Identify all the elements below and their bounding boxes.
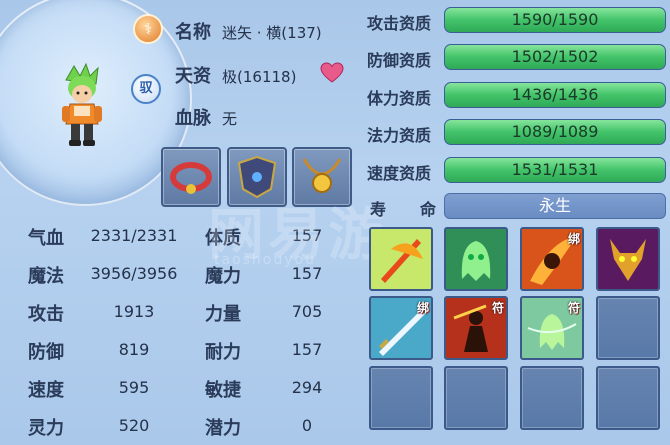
skill-slot[interactable]: 绑	[369, 296, 433, 360]
ghost-skill-icon	[446, 229, 506, 289]
bloodline-label: 血脉	[175, 108, 211, 129]
aptitude-bar-mana: 1089/1089	[444, 119, 666, 145]
aptitude-bar-attack: 1590/1590	[444, 7, 666, 33]
tier-icon[interactable]: ⚕	[133, 14, 163, 44]
skill-slot-empty[interactable]	[520, 366, 584, 430]
stat-label-spirit: 灵力	[28, 418, 64, 439]
attr-value-potential: 0	[301, 416, 313, 435]
watermark-sub: taoshouyou	[214, 252, 316, 268]
skill-slot[interactable]	[369, 227, 433, 291]
attr-value-strength: 705	[291, 302, 323, 321]
skill-slot[interactable]: 符	[444, 296, 508, 360]
stat-value-spirit: 520	[118, 416, 150, 435]
aptitude-value: 1436/1436	[511, 85, 599, 104]
attr-label-strength: 力量	[205, 304, 241, 325]
stat-value-mp: 3956/3956	[90, 264, 178, 283]
name-value: 迷矢 · 横(137)	[222, 24, 322, 42]
attr-label-potential: 潜力	[205, 418, 241, 439]
aptitude-label-defense: 防御资质	[367, 51, 432, 70]
stat-label-hp: 气血	[28, 228, 64, 249]
demon-skill-icon	[598, 229, 658, 289]
aptitude-value: 1531/1531	[511, 160, 599, 179]
pet-detail-panel: ⚕ 驭 名称 迷矢 · 横(137) 天资 极(16118) 血脉 无 气血 2…	[0, 0, 670, 445]
aptitude-label-stamina: 体力资质	[367, 89, 432, 108]
aptitude-bar-defense: 1502/1502	[444, 44, 666, 70]
skill-slot-empty[interactable]	[596, 296, 660, 360]
skill-slot-empty[interactable]	[444, 366, 508, 430]
aptitude-value: 1502/1502	[511, 47, 599, 66]
lifespan-label-a: 寿	[370, 200, 387, 219]
skill-slot[interactable]	[596, 227, 660, 291]
skill-slot[interactable]: 符	[520, 296, 584, 360]
skill-bind-tag: 绑	[567, 232, 580, 246]
attr-value-agility: 294	[291, 378, 323, 397]
attr-label-agility: 敏捷	[205, 380, 241, 401]
skill-slot[interactable]: 绑	[520, 227, 584, 291]
aptitude-label-mana: 法力资质	[367, 126, 432, 145]
aptitude-bar-stamina: 1436/1436	[444, 82, 666, 108]
lifespan-value: 永生	[444, 193, 666, 219]
aptitude-value: 1089/1089	[511, 122, 599, 141]
grade-label: 天资	[175, 66, 211, 87]
stat-label-defense: 防御	[28, 342, 64, 363]
aptitude-value: 1590/1590	[511, 10, 599, 29]
heart-icon[interactable]	[320, 62, 344, 84]
aptitude-label-speed: 速度资质	[367, 164, 432, 183]
aptitude-bar-speed: 1531/1531	[444, 157, 666, 183]
lifespan-label-b: 命	[420, 200, 437, 219]
skill-slot-empty[interactable]	[596, 366, 660, 430]
skill-slot[interactable]	[444, 227, 508, 291]
aptitude-label-attack: 攻击资质	[367, 14, 432, 33]
skill-slot-empty[interactable]	[369, 366, 433, 430]
bloodline-value: 无	[222, 110, 238, 128]
stat-label-attack: 攻击	[28, 304, 64, 325]
pet-character-sprite	[62, 62, 102, 146]
flame-sword-skill-icon	[371, 229, 431, 289]
mount-badge-icon[interactable]: 驭	[131, 74, 161, 104]
skill-talisman-tag: 符	[567, 301, 580, 315]
stat-value-speed: 595	[118, 378, 150, 397]
stat-value-defense: 819	[118, 340, 150, 359]
stat-value-attack: 1913	[113, 302, 155, 321]
stat-label-speed: 速度	[28, 380, 64, 401]
stat-value-hp: 2331/2331	[90, 226, 178, 245]
stat-label-mp: 魔法	[28, 266, 64, 287]
attr-value-endurance: 157	[291, 340, 323, 359]
attr-label-endurance: 耐力	[205, 342, 241, 363]
skill-bind-tag: 绑	[416, 301, 429, 315]
name-label: 名称	[175, 22, 211, 43]
grade-value: 极(16118)	[222, 68, 297, 86]
skill-talisman-tag: 符	[491, 301, 504, 315]
